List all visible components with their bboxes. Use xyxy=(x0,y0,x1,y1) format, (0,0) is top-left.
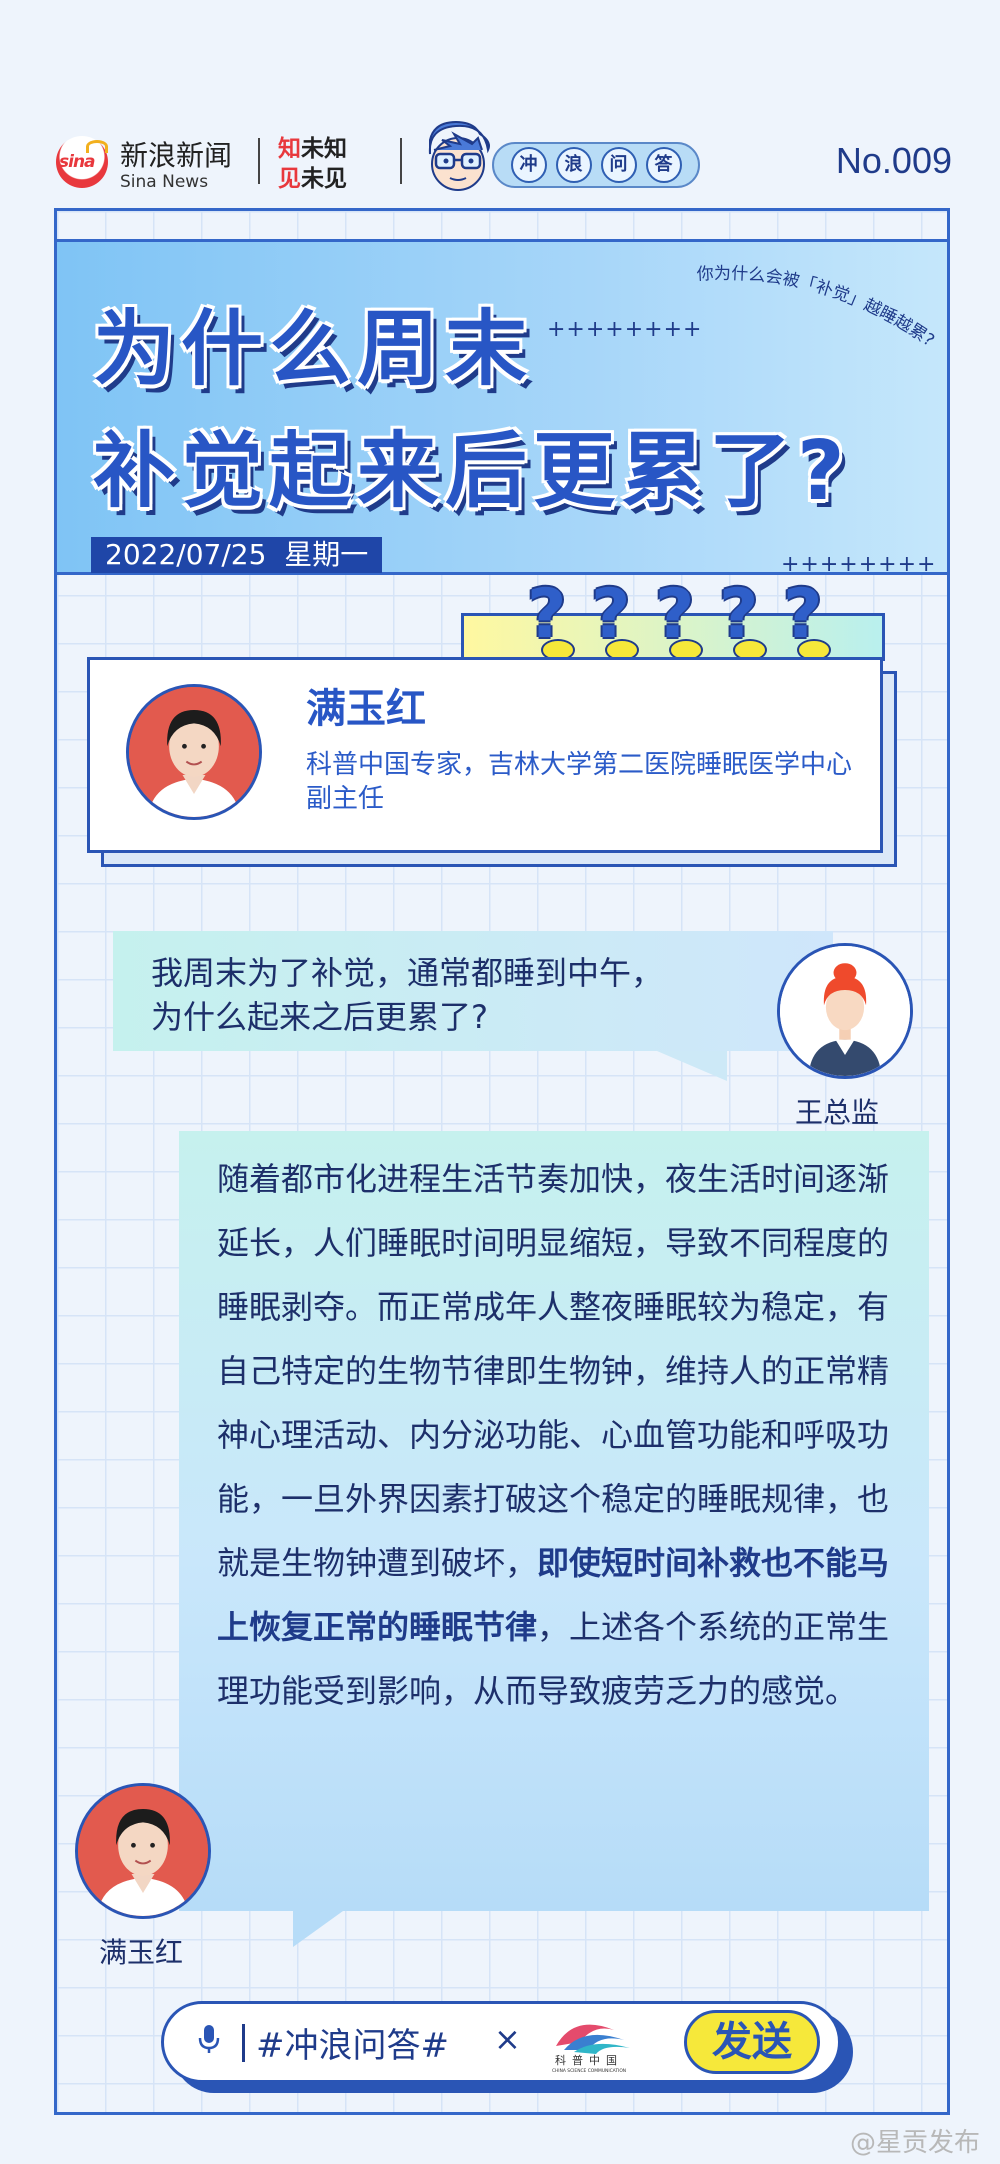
answer-bubble-tail xyxy=(293,1911,343,1947)
question-line-2: 为什么起来之后更累了? xyxy=(151,998,488,1036)
slogan: 知未知 见未见 xyxy=(278,134,347,194)
input-bar-divider xyxy=(242,2024,245,2062)
expert-title: 科普中国专家，吉林大学第二医院睡眠医学中心副主任 xyxy=(306,750,853,814)
sina-brand-name: 新浪新闻 xyxy=(120,139,233,172)
expert-name: 满玉红 xyxy=(306,686,426,732)
question-text: 我周末为了补觉，通常都睡到中午， 为什么起来之后更累了? xyxy=(151,951,663,1039)
partner-logo-text: 科普中国 xyxy=(555,2053,623,2067)
answer-bubble: 随着都市化进程生活节奏加快，夜生活时间逐渐延长，人们睡眠时间明显缩短，导致不同程… xyxy=(179,1131,929,1911)
column-tag-char: 浪 xyxy=(555,147,592,183)
main-frame: 为什么周末 补觉起来后更累了? ++++++++ ++++++++ 你为什么会被… xyxy=(54,208,950,2115)
hashtag-input[interactable]: #冲浪问答# xyxy=(256,2018,449,2067)
sina-brand-english: Sina News xyxy=(120,172,209,192)
send-button[interactable]: 发送 xyxy=(684,2010,820,2074)
column-tag-char: 问 xyxy=(600,147,637,183)
column-tag-char: 答 xyxy=(645,147,682,183)
sina-logo[interactable]: sina xyxy=(56,136,108,188)
asker-name: 王总监 xyxy=(795,1096,880,1129)
question-mark-icon: ? xyxy=(527,581,583,661)
publish-date: 2022/07/25 xyxy=(105,538,267,571)
answer-text-part: 随着都市化进程生活节奏加快，夜生活时间逐渐延长，人们睡眠时间明显缩短，导致不同程… xyxy=(217,1160,890,1582)
watermark: @星贡发布 xyxy=(849,2128,980,2158)
slogan-red-char-1: 知 xyxy=(278,136,301,162)
page-title-line-1: 为什么周末 xyxy=(93,302,534,397)
publish-weekday: 星期一 xyxy=(284,538,369,571)
question-mark-icon: ? xyxy=(719,581,775,661)
mascot-icon xyxy=(428,120,490,191)
header-divider xyxy=(400,138,402,184)
microphone-icon[interactable] xyxy=(198,2024,220,2054)
issue-number: No.009 xyxy=(835,140,952,181)
header-divider xyxy=(258,138,260,184)
kepu-china-logo: 科普中国 CHINA SCIENCE COMMUNICATION xyxy=(552,2024,630,2074)
question-line-1: 我周末为了补觉，通常都睡到中午， xyxy=(151,954,664,992)
slogan-red-char-2: 见 xyxy=(278,166,301,192)
sina-logo-text: sina xyxy=(59,152,96,172)
times-symbol: × xyxy=(494,2020,521,2058)
arc-caption-text: 你为什么会被「补觉」越睡越累? xyxy=(696,264,938,351)
column-tag[interactable]: 冲 浪 问 答 xyxy=(492,142,700,188)
question-bubble: 我周末为了补觉，通常都睡到中午， 为什么起来之后更累了? xyxy=(113,931,833,1051)
header: sina 新浪新闻 Sina News 知未知 见未见 冲 浪 问 答 No.0… xyxy=(52,120,952,198)
column-tag-char: 冲 xyxy=(510,147,547,183)
stars-decoration: ++++++++ xyxy=(781,552,937,577)
asker-avatar[interactable] xyxy=(777,943,913,1079)
question-marks-decoration: ? ? ? ? ? xyxy=(527,581,839,661)
slogan-rest-1: 未知 xyxy=(301,136,347,162)
asker-person-icon xyxy=(780,946,910,1076)
expert-portrait-icon xyxy=(129,687,259,817)
question-mark-icon: ? xyxy=(655,581,711,661)
arc-caption: 你为什么会被「补觉」越睡越累? xyxy=(696,264,938,351)
expert-avatar[interactable] xyxy=(126,684,262,820)
date-bar: 2022/07/25 星期一 xyxy=(91,537,383,573)
hero-banner: 为什么周末 补觉起来后更累了? ++++++++ ++++++++ 你为什么会被… xyxy=(57,239,947,577)
question-bubble-tail xyxy=(657,1051,727,1081)
answerer-name: 满玉红 xyxy=(99,1936,184,1969)
answer-text: 随着都市化进程生活节奏加快，夜生活时间逐渐延长，人们睡眠时间明显缩短，导致不同程… xyxy=(217,1147,907,1723)
slogan-rest-2: 未见 xyxy=(301,166,347,192)
svg-text:你为什么会被「补觉」越睡越累?: 你为什么会被「补觉」越睡越累? xyxy=(696,264,938,351)
question-mark-icon: ? xyxy=(591,581,647,661)
partner-logo-subtext: CHINA SCIENCE COMMUNICATION xyxy=(552,2068,626,2074)
answerer-portrait-icon xyxy=(78,1786,208,1916)
input-bar[interactable]: #冲浪问答# × 科普中国 CHINA SCIENCE COMMUNICATIO… xyxy=(161,2001,841,2083)
question-mark-icon: ? xyxy=(783,581,839,661)
expert-card: 满玉红 科普中国专家，吉林大学第二医院睡眠医学中心副主任 xyxy=(87,657,883,853)
page-title-line-2: 补觉起来后更累了? xyxy=(93,424,851,519)
answerer-avatar[interactable] xyxy=(75,1783,211,1919)
